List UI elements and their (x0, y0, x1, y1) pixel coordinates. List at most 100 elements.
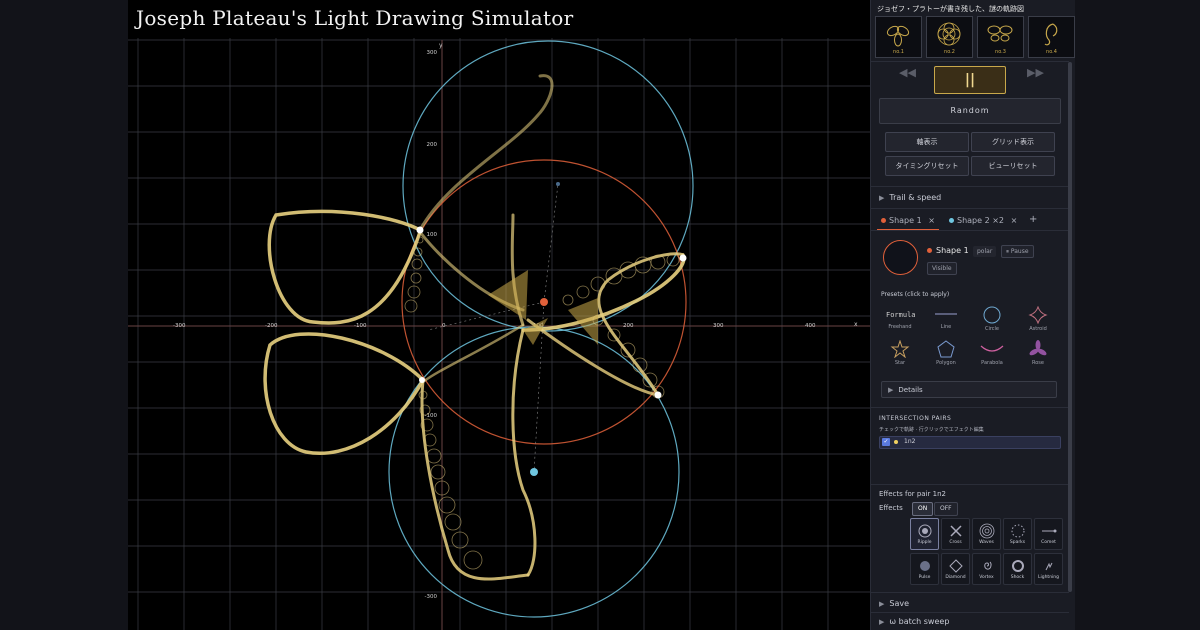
gallery-item-2[interactable]: no.2 (926, 16, 973, 58)
ear-curve-icon (1044, 23, 1058, 46)
shape-name-text: Shape 1 (936, 246, 969, 255)
shape1-center-handle[interactable] (540, 298, 548, 306)
gallery-item-4[interactable]: no.4 (1028, 16, 1075, 58)
shape-pause-button[interactable]: ⏸ Pause (1001, 245, 1034, 258)
effect-sparks[interactable]: Sparks (1003, 518, 1032, 550)
effect-label: Lightning (1037, 575, 1060, 580)
details-toggle[interactable]: ▶ Details (881, 381, 1057, 398)
shape2-center-handle[interactable] (530, 468, 538, 476)
x-tick-label: 400 (805, 323, 816, 329)
effect-pulse[interactable]: Pulse (910, 553, 939, 585)
effects-off-button[interactable]: OFF (934, 502, 958, 516)
intersection-point (416, 226, 424, 234)
ripple-ring (438, 496, 456, 514)
effect-vortex[interactable]: Vortex (972, 553, 1001, 585)
ripple-ring (444, 513, 462, 531)
lightning-icon (1045, 562, 1052, 571)
divider (871, 208, 1069, 209)
divider (871, 592, 1069, 593)
effect-comet[interactable]: Comet (1034, 518, 1063, 550)
transport-controls: ◀◀ || ▶▶ (879, 66, 1059, 94)
gallery-item-1[interactable]: no.1 (875, 16, 922, 58)
preset-astroid[interactable]: Astroid (1019, 306, 1057, 332)
rewind-button[interactable]: ◀◀ (899, 66, 916, 79)
effects-on-button[interactable]: ON (912, 502, 934, 516)
visible-toggle[interactable]: Visible (927, 262, 957, 275)
pulse-icon (919, 561, 930, 571)
comet-icon (1041, 529, 1056, 533)
shape2-orbit-point (556, 182, 560, 186)
y-tick-label: 100 (427, 232, 438, 238)
preset-star[interactable]: Star (881, 340, 919, 366)
preset-label: Polygon (936, 360, 956, 366)
add-tab-button[interactable]: + (1029, 214, 1037, 225)
effect-label: Sparks (1009, 540, 1026, 545)
random-button[interactable]: Random (879, 98, 1061, 124)
timing-reset-button[interactable]: タイミングリセット (885, 156, 969, 176)
pair-checkbox[interactable]: ✓ (882, 438, 890, 446)
effect-shock[interactable]: Shock (1003, 553, 1032, 585)
effect-cross[interactable]: Cross (941, 518, 970, 550)
preset-label: Line (940, 324, 952, 330)
details-label: Details (898, 386, 923, 394)
ripple-effects (404, 236, 680, 570)
parabola-icon (980, 345, 1004, 352)
tab-shape-1[interactable]: Shape 1 × (881, 216, 935, 225)
preset-label: Star (894, 360, 906, 366)
show-grid-button[interactable]: グリッド表示 (971, 132, 1055, 152)
preset-freehand[interactable]: Formula Freehand (881, 306, 919, 330)
y-tick-label: -100 (425, 413, 438, 419)
effect-lightning[interactable]: Lightning (1034, 553, 1063, 585)
ripple-ring (430, 464, 446, 480)
intersection-point (679, 254, 687, 262)
view-reset-button[interactable]: ビューリセット (971, 156, 1055, 176)
y-tick-label: 200 (427, 142, 438, 148)
pause-button[interactable]: || (934, 66, 1006, 94)
caret-right-icon: ▶ (879, 618, 885, 626)
tab-label: Shape 1 (889, 216, 922, 225)
ripple-ring (426, 448, 442, 464)
preset-label: Rose (1032, 360, 1044, 366)
tab-shape-2[interactable]: Shape 2 ×2 × (949, 216, 1017, 225)
effect-diamond[interactable]: Diamond (941, 553, 970, 585)
shape-preview (883, 240, 918, 275)
sparks-icon (1011, 524, 1024, 538)
gallery-item-label: no.4 (1046, 49, 1057, 55)
divider (871, 612, 1069, 613)
forward-button[interactable]: ▶▶ (1027, 66, 1044, 79)
caret-right-icon: ▶ (888, 386, 894, 394)
vortex-icon (983, 561, 991, 570)
waves-icon (979, 523, 994, 539)
gallery-item-3[interactable]: no.3 (977, 16, 1024, 58)
show-axes-button[interactable]: 軸表示 (885, 132, 969, 152)
effect-ripple[interactable]: Ripple (910, 518, 939, 550)
preset-polygon[interactable]: Polygon (927, 340, 965, 366)
rose-icon (1029, 340, 1047, 356)
gallery-item-label: no.1 (893, 49, 904, 55)
gallery-title: ジョゼフ・プラトーが書き残した、謎の軌跡図 (877, 5, 1024, 13)
trail-speed-section[interactable]: ▶ Trail & speed (879, 193, 941, 202)
trail-shading (488, 270, 598, 345)
right-margin (1074, 0, 1200, 630)
preset-line[interactable]: Line (927, 306, 965, 330)
plot-svg[interactable]: -300-200-1000100200300400 300200100-100-… (128, 0, 870, 630)
close-icon[interactable]: × (1011, 216, 1018, 225)
batch-sweep-section[interactable]: ▶ ω batch sweep (879, 617, 949, 626)
effect-label: Cross (949, 540, 962, 545)
preset-parabola[interactable]: Parabola (973, 340, 1011, 366)
preset-rose[interactable]: Rose (1019, 340, 1057, 366)
preset-circle[interactable]: Circle (973, 306, 1011, 332)
intersection-pairs-hint: チェックで軌跡 · 行クリックでエフェクト編集 (879, 427, 984, 433)
close-icon[interactable]: × (928, 216, 935, 225)
shape-color-dot (927, 248, 932, 253)
rosette-icon (937, 22, 961, 46)
y-tick-label: -300 (425, 594, 438, 600)
save-section[interactable]: ▶ Save (879, 599, 909, 608)
intersection-pair-row[interactable]: ✓ 1n2 (879, 436, 1061, 449)
panel-scrollbar[interactable] (1068, 62, 1072, 592)
drawing-canvas[interactable]: Joseph Plateau's Light Drawing Simulator… (128, 0, 870, 630)
ripple-ring (576, 285, 590, 299)
effect-waves[interactable]: Waves (972, 518, 1001, 550)
caret-right-icon: ▶ (879, 600, 885, 608)
diamond-icon (948, 559, 963, 573)
